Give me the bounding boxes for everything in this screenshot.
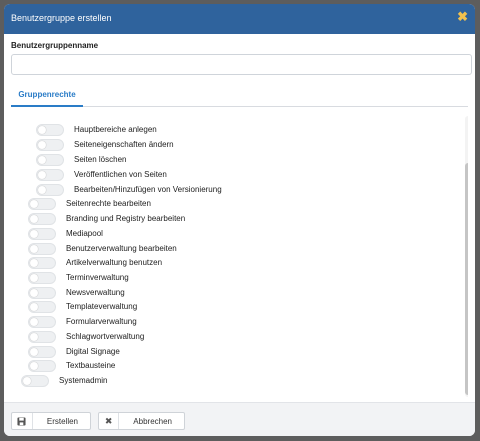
dialog-footer: Erstellen ✖ Abbrechen xyxy=(4,402,475,436)
permission-item: Systemadmin xyxy=(21,374,107,387)
permission-toggle[interactable] xyxy=(36,123,64,136)
dialog-header: Benutzergruppe erstellen ✖ xyxy=(4,4,475,34)
permission-item: Seiteneigenschaften ändern xyxy=(36,138,174,151)
permission-item: Artikelverwaltung benutzen xyxy=(28,256,162,269)
permission-label: Benutzerverwaltung bearbeiten xyxy=(66,244,177,253)
scrollbar[interactable] xyxy=(465,116,468,397)
permission-label: Mediapool xyxy=(66,229,103,238)
dialog-title: Benutzergruppe erstellen xyxy=(11,13,112,23)
close-icon: ✖ xyxy=(99,413,120,429)
permission-toggle[interactable] xyxy=(28,345,56,358)
permission-item: Textbausteine xyxy=(28,359,115,372)
permission-item: Terminverwaltung xyxy=(28,271,129,284)
create-button[interactable]: Erstellen xyxy=(11,412,91,430)
permission-toggle[interactable] xyxy=(28,330,56,343)
cancel-button-label: Abbrechen xyxy=(133,416,172,426)
permission-item: Bearbeiten/Hinzufügen von Versionierung xyxy=(36,183,222,196)
permission-item: Formularverwaltung xyxy=(28,315,137,328)
tab-group-permissions[interactable]: Gruppenrechte xyxy=(11,86,83,107)
save-icon xyxy=(12,413,33,429)
permission-item: Digital Signage xyxy=(28,345,120,358)
tab-bar: Gruppenrechte xyxy=(11,86,468,107)
permission-label: Seiten löschen xyxy=(74,155,127,164)
permission-toggle[interactable] xyxy=(28,271,56,284)
permission-toggle[interactable] xyxy=(28,256,56,269)
permission-toggle[interactable] xyxy=(28,197,56,210)
create-group-dialog: Benutzergruppe erstellen ✖ Benutzergrupp… xyxy=(4,4,475,436)
permission-label: Systemadmin xyxy=(59,376,108,385)
permission-toggle[interactable] xyxy=(28,227,56,240)
permission-label: Seitenrechte bearbeiten xyxy=(66,199,151,208)
permission-label: Newsverwaltung xyxy=(66,288,125,297)
permission-label: Templateverwaltung xyxy=(66,302,138,311)
permission-toggle[interactable] xyxy=(36,153,64,166)
cancel-button[interactable]: ✖ Abbrechen xyxy=(98,412,185,430)
permission-label: Digital Signage xyxy=(66,347,120,356)
permission-toggle[interactable] xyxy=(36,183,64,196)
permission-toggle[interactable] xyxy=(28,286,56,299)
permissions-list: Hauptbereiche anlegen Seiteneigenschafte… xyxy=(11,116,468,397)
permission-toggle[interactable] xyxy=(21,374,49,387)
permission-item: Seitenrechte bearbeiten xyxy=(28,197,151,210)
permission-label: Seiteneigenschaften ändern xyxy=(74,140,174,149)
permission-toggle[interactable] xyxy=(28,242,56,255)
permission-label: Bearbeiten/Hinzufügen von Versionierung xyxy=(74,185,222,194)
permission-label: Formularverwaltung xyxy=(66,317,137,326)
permission-item: Branding und Registry bearbeiten xyxy=(28,212,185,225)
permission-label: Hauptbereiche anlegen xyxy=(74,125,157,134)
permission-item: Benutzerverwaltung bearbeiten xyxy=(28,242,177,255)
group-name-input[interactable] xyxy=(11,54,472,75)
close-icon[interactable]: ✖ xyxy=(457,9,468,25)
permission-item: Newsverwaltung xyxy=(28,286,125,299)
permission-toggle[interactable] xyxy=(28,212,56,225)
permission-toggle[interactable] xyxy=(28,300,56,313)
permission-item: Hauptbereiche anlegen xyxy=(36,123,157,136)
permission-label: Branding und Registry bearbeiten xyxy=(66,214,186,223)
permission-toggle[interactable] xyxy=(36,138,64,151)
permission-label: Schlagwortverwaltung xyxy=(66,332,145,341)
permission-item: Templateverwaltung xyxy=(28,300,137,313)
permission-label: Textbausteine xyxy=(66,361,116,370)
scrollbar-thumb[interactable] xyxy=(465,163,468,395)
permission-item: Veröffentlichen von Seiten xyxy=(36,168,167,181)
permission-item: Seiten löschen xyxy=(36,153,126,166)
create-button-label: Erstellen xyxy=(46,416,78,426)
permission-label: Artikelverwaltung benutzen xyxy=(66,258,163,267)
permission-label: Veröffentlichen von Seiten xyxy=(74,170,167,179)
group-name-label: Benutzergruppenname xyxy=(11,41,99,50)
permission-item: Mediapool xyxy=(28,227,103,240)
permission-toggle[interactable] xyxy=(36,168,64,181)
permission-toggle[interactable] xyxy=(28,359,56,372)
permission-toggle[interactable] xyxy=(28,315,56,328)
permission-label: Terminverwaltung xyxy=(66,273,129,282)
permission-item: Schlagwortverwaltung xyxy=(28,330,144,343)
